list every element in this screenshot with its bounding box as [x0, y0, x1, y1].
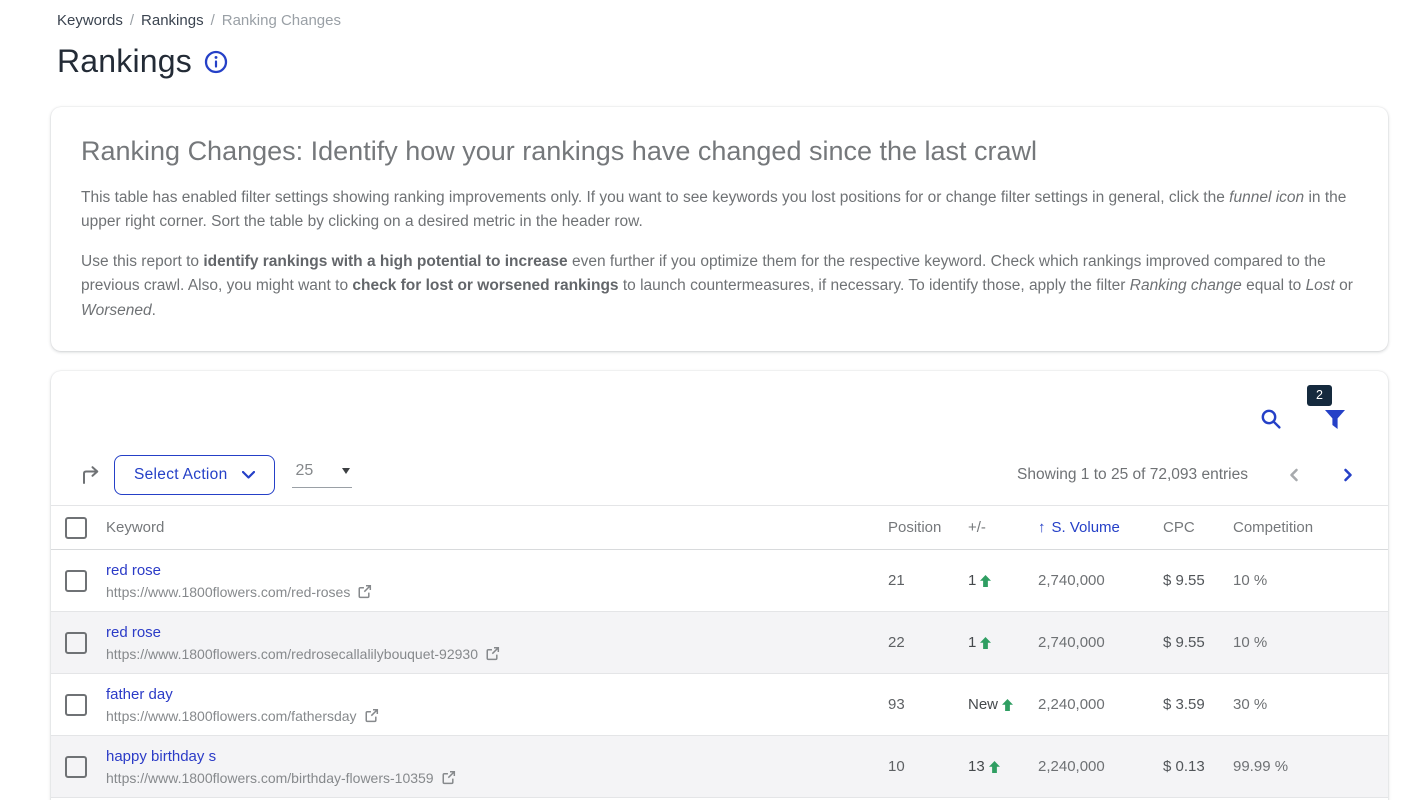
cpc-value: $ 3.59: [1163, 674, 1233, 736]
change-value: New: [968, 696, 998, 713]
green-up-arrow-icon: [980, 575, 991, 587]
external-link-icon[interactable]: [441, 770, 456, 785]
sort-asc-icon: ↑: [1038, 519, 1046, 536]
keyword-link[interactable]: happy birthday s: [106, 748, 216, 765]
rankings-table: Keyword Position +/- ↑ S. Volume CPC Comp…: [51, 505, 1388, 800]
header-position[interactable]: Position: [888, 506, 968, 550]
cpc-value: $ 9.55: [1163, 550, 1233, 612]
text: Use this report to: [81, 253, 203, 270]
caret-down-icon: [342, 468, 350, 474]
volume-value: 2,240,000: [1038, 736, 1163, 798]
competition-value: 10 %: [1233, 550, 1388, 612]
intro-heading: Ranking Changes: Identify how your ranki…: [81, 136, 1358, 167]
text: This table has enabled filter settings s…: [81, 189, 1229, 206]
breadcrumb-separator: /: [130, 12, 134, 29]
text-bold: identify rankings with a high potential …: [203, 253, 567, 270]
green-up-arrow-icon: [989, 761, 1000, 773]
filter-value-lost: Lost: [1306, 277, 1335, 294]
chevron-left-icon[interactable]: [1286, 467, 1302, 483]
breadcrumb-rankings[interactable]: Rankings: [141, 12, 204, 29]
funnel-icon-mention: funnel icon: [1229, 189, 1304, 206]
header-keyword[interactable]: Keyword: [106, 506, 888, 550]
select-action-dropdown[interactable]: Select Action: [114, 455, 275, 495]
table-row: happy birthday s https://www.1800flowers…: [51, 736, 1388, 798]
ranking-changes-page: Keywords / Rankings / Ranking Changes Ra…: [0, 12, 1422, 800]
header-s-volume-label: S. Volume: [1052, 519, 1120, 536]
page-title: Rankings: [57, 43, 192, 80]
cpc-value: $ 9.55: [1163, 612, 1233, 674]
position-value: 21: [888, 550, 968, 612]
row-url: https://www.1800flowers.com/fathersday: [106, 708, 357, 724]
competition-value: 10 %: [1233, 612, 1388, 674]
external-link-icon[interactable]: [485, 646, 500, 661]
external-link-icon[interactable]: [364, 708, 379, 723]
table-row: father day https://www.1800flowers.com/f…: [51, 674, 1388, 736]
header-change[interactable]: +/-: [968, 506, 1038, 550]
text: equal to: [1242, 277, 1306, 294]
change-value: 13: [968, 758, 985, 775]
header-s-volume[interactable]: ↑ S. Volume: [1038, 506, 1163, 550]
intro-paragraph-2: Use this report to identify rankings wit…: [81, 250, 1358, 323]
competition-value: 30 %: [1233, 674, 1388, 736]
external-link-icon[interactable]: [357, 584, 372, 599]
table-header-row: Keyword Position +/- ↑ S. Volume CPC Comp…: [51, 506, 1388, 550]
share-arrow-icon[interactable]: [80, 464, 102, 486]
intro-paragraph-1: This table has enabled filter settings s…: [81, 186, 1358, 235]
text: or: [1335, 277, 1353, 294]
position-value: 93: [888, 674, 968, 736]
keyword-link[interactable]: red rose: [106, 562, 161, 579]
table-row: red rose https://www.1800flowers.com/red…: [51, 550, 1388, 612]
volume-value: 2,740,000: [1038, 612, 1163, 674]
row-checkbox[interactable]: [65, 756, 87, 778]
table-row: red rose https://www.1800flowers.com/red…: [51, 612, 1388, 674]
filter-value-worsened: Worsened: [81, 302, 152, 319]
position-value: 22: [888, 612, 968, 674]
select-all-checkbox[interactable]: [65, 517, 87, 539]
keyword-link[interactable]: father day: [106, 686, 173, 703]
table-tools: 2: [1228, 385, 1358, 445]
intro-card: Ranking Changes: Identify how your ranki…: [51, 107, 1388, 351]
filter-count-badge: 2: [1307, 385, 1332, 406]
chevron-down-icon: [242, 471, 255, 479]
funnel-filter-icon[interactable]: [1324, 409, 1346, 436]
chevron-right-icon[interactable]: [1340, 467, 1356, 483]
change-value: 1: [968, 572, 976, 589]
search-icon[interactable]: [1259, 407, 1283, 436]
header-competition[interactable]: Competition: [1233, 506, 1388, 550]
filter-name-mention: Ranking change: [1130, 277, 1242, 294]
competition-value: 99.99 %: [1233, 736, 1388, 798]
info-circle-icon[interactable]: [204, 50, 228, 74]
text: to launch countermeasures, if necessary.…: [619, 277, 1130, 294]
volume-value: 2,740,000: [1038, 550, 1163, 612]
page-size-value: 25: [296, 462, 314, 480]
header-cpc[interactable]: CPC: [1163, 506, 1233, 550]
row-checkbox[interactable]: [65, 694, 87, 716]
text: .: [152, 302, 156, 319]
breadcrumb-ranking-changes: Ranking Changes: [222, 12, 341, 29]
text-bold: check for lost or worsened rankings: [352, 277, 618, 294]
cpc-value: $ 0.13: [1163, 736, 1233, 798]
showing-entries-text: Showing 1 to 25 of 72,093 entries: [1017, 466, 1248, 484]
keyword-link[interactable]: red rose: [106, 624, 161, 641]
table-action-row: Select Action 25 Showing 1 to 25 of 72,0…: [80, 454, 1356, 496]
rankings-table-card: 2 Select Action 25 Showing 1 to 25 of: [51, 371, 1388, 800]
volume-value: 2,240,000: [1038, 674, 1163, 736]
select-action-label: Select Action: [134, 466, 228, 484]
green-up-arrow-icon: [980, 637, 991, 649]
position-value: 10: [888, 736, 968, 798]
row-url: https://www.1800flowers.com/redrosecalla…: [106, 646, 478, 662]
change-value: 1: [968, 634, 976, 651]
breadcrumb-separator: /: [211, 12, 215, 29]
green-up-arrow-icon: [1002, 699, 1013, 711]
page-size-select[interactable]: 25: [292, 462, 352, 488]
breadcrumb: Keywords / Rankings / Ranking Changes: [57, 12, 1422, 29]
row-url: https://www.1800flowers.com/birthday-flo…: [106, 770, 434, 786]
breadcrumb-keywords[interactable]: Keywords: [57, 12, 123, 29]
row-checkbox[interactable]: [65, 632, 87, 654]
row-checkbox[interactable]: [65, 570, 87, 592]
row-url: https://www.1800flowers.com/red-roses: [106, 584, 350, 600]
